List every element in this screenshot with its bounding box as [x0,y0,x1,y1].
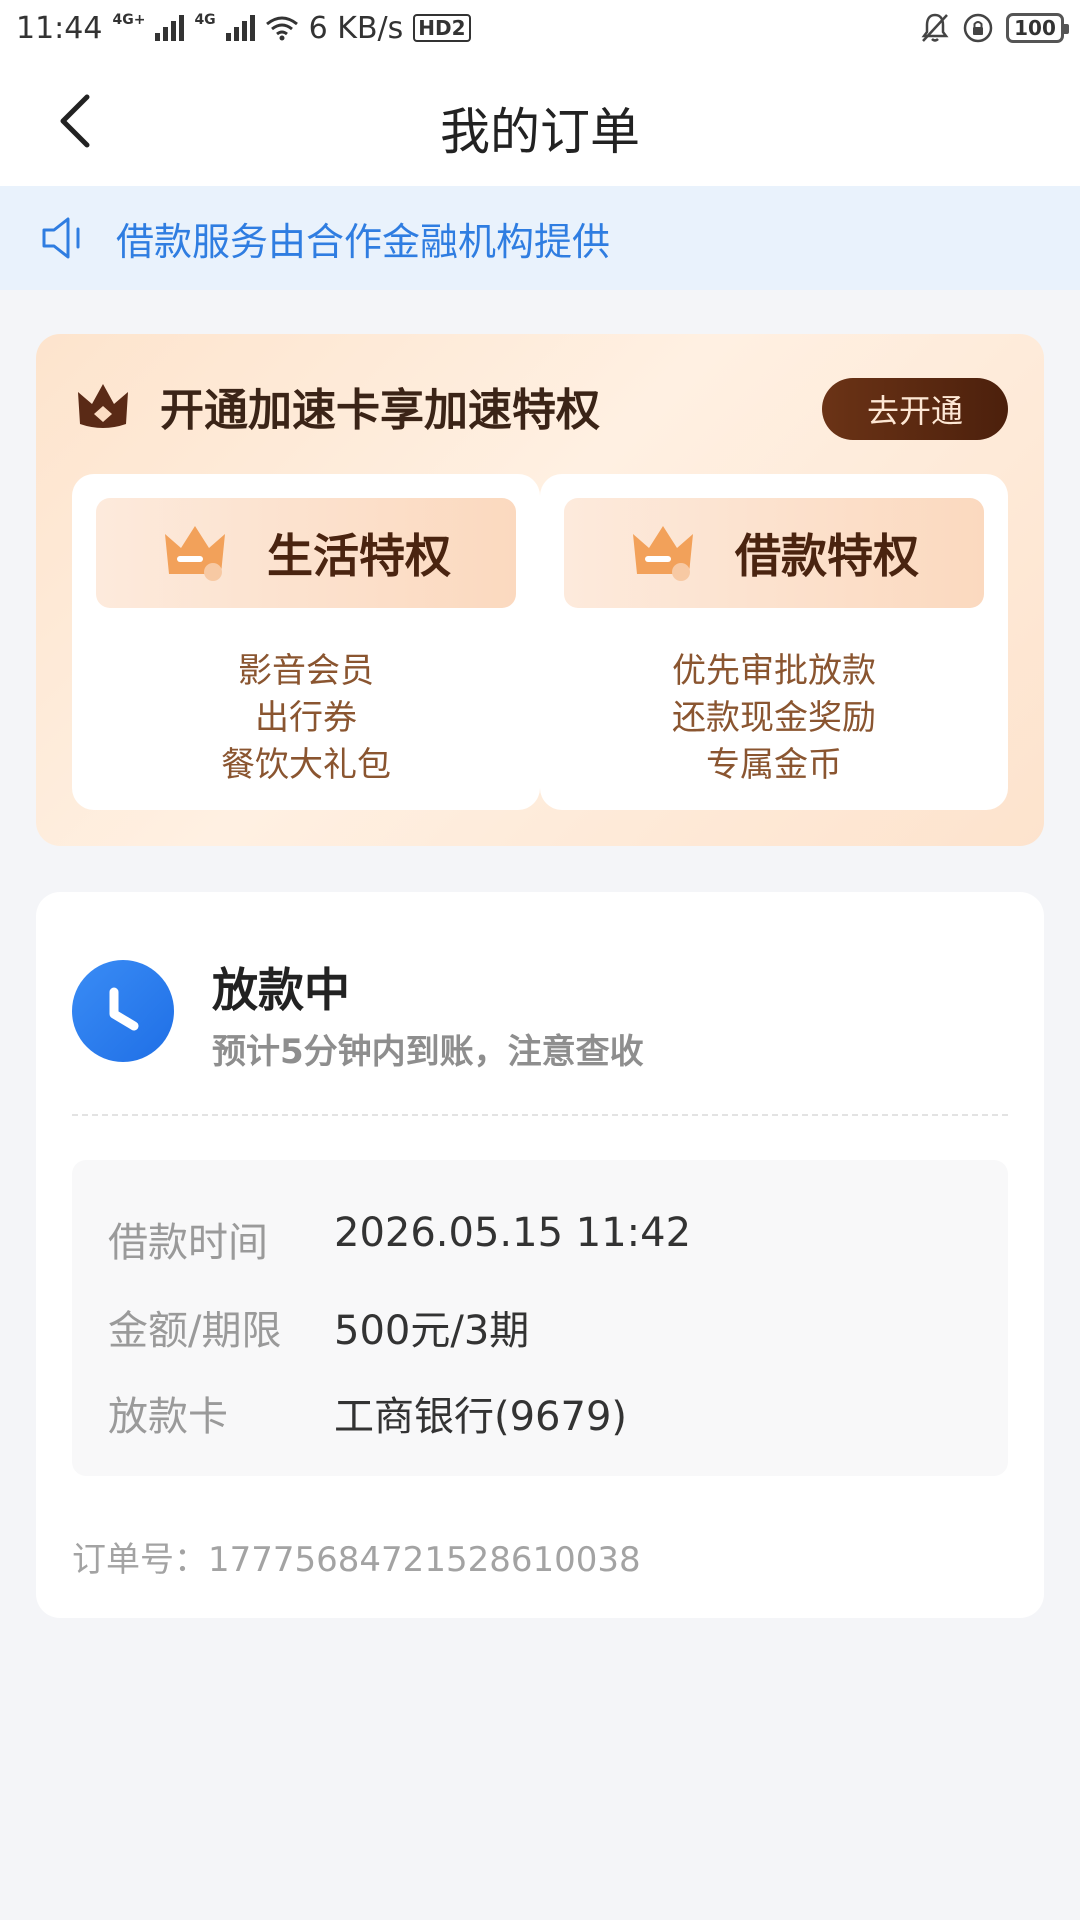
status-time: 11:44 [16,10,103,46]
detail-value: 工商银行(9679) [334,1394,628,1440]
perk-title: 生活特权 [267,529,451,583]
order-card: 放款中 预计5分钟内到账，注意查收 借款时间 2026.05.15 11:42 … [36,892,1044,1618]
detail-row-amount: 金额/期限 500元/3期 [108,1298,529,1356]
perk-item: 影音会员 [238,651,374,691]
activate-button[interactable]: 去开通 [822,378,1008,440]
detail-row-card: 放款卡 工商银行(9679) [108,1384,627,1442]
battery-level: 100 [1014,16,1056,40]
perk-item: 出行券 [255,698,357,738]
battery-icon: 100 [1006,13,1069,43]
notice-bar: 借款服务由合作金融机构提供 [0,186,1080,290]
speed-card-promo: 开通加速卡享加速特权 去开通 生活特权 影音会员 出行券 餐饮大礼包 借款特权 [36,334,1044,846]
perk-card-life[interactable]: 生活特权 影音会员 出行券 餐饮大礼包 [72,474,540,810]
detail-value: 2026.05.15 11:42 [334,1210,692,1256]
promo-header: 开通加速卡享加速特权 [74,374,600,438]
signal-icon-1 [155,15,185,41]
perk-header: 生活特权 [96,498,516,608]
signal-icon-2 [225,15,255,41]
order-details: 借款时间 2026.05.15 11:42 金额/期限 500元/3期 放款卡 … [72,1160,1008,1476]
order-number: 订单号：177756847215286100​38 [72,1540,641,1580]
clock-icon [72,960,174,1062]
perk-title: 借款特权 [735,529,919,583]
page-title: 我的订单 [440,103,640,161]
crown-badge-icon [165,526,225,581]
crown-icon [78,384,128,428]
perk-items: 优先审批放款 还款现金奖励 专属金币 [540,648,1008,789]
network-speed: 6 KB/s [308,10,404,46]
wifi-icon [265,16,298,41]
network-type-1: 4G+ [112,12,146,28]
detail-label: 借款时间 [108,1220,268,1266]
promo-title: 开通加速卡享加速特权 [160,385,600,436]
crown-badge-icon [633,526,693,581]
order-status: 放款中 [212,963,350,1017]
divider [72,1114,1008,1116]
rotation-lock-icon [963,13,993,43]
perk-item: 餐饮大礼包 [221,745,391,785]
detail-row-time: 借款时间 2026.05.15 11:42 [108,1210,691,1268]
network-type-2: 4G [194,12,216,28]
perk-item: 优先审批放款 [672,651,876,691]
detail-label: 金额/期限 [108,1308,282,1354]
hd-icon: HD2 [413,14,471,42]
perk-item: 还款现金奖励 [672,698,876,738]
perk-items: 影音会员 出行券 餐饮大礼包 [72,648,540,789]
page-header: 我的订单 [0,56,1080,186]
status-bar: 11:44 4G+ 4G 6 KB/s HD2 100 [0,0,1080,56]
perk-card-loan[interactable]: 借款特权 优先审批放款 还款现金奖励 专属金币 [540,474,1008,810]
speaker-icon [42,217,80,259]
notice-text: 借款服务由合作金融机构提供 [116,219,611,264]
order-status-subtitle: 预计5分钟内到账，注意查收 [212,1032,644,1072]
detail-value: 500元/3期 [334,1308,530,1354]
perk-header: 借款特权 [564,498,984,608]
detail-label: 放款卡 [108,1394,228,1440]
bell-muted-icon [921,13,949,42]
perk-item: 专属金币 [706,745,842,785]
